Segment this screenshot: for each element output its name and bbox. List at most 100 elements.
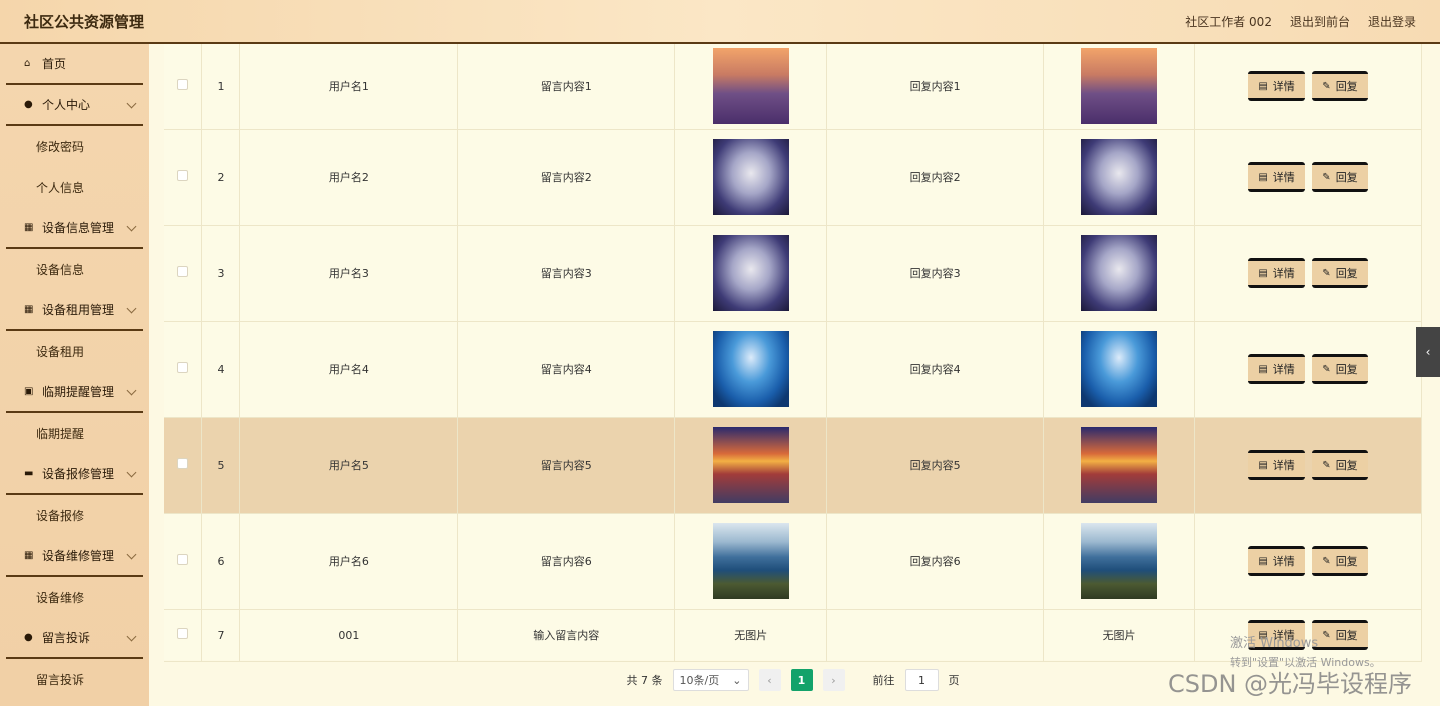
reply-button[interactable]: ✎ 回复 xyxy=(1312,162,1368,192)
sidebar-sub-repair-report[interactable]: 设备报修 xyxy=(0,495,149,536)
next-page-button[interactable]: › xyxy=(822,669,845,691)
row-checkbox[interactable] xyxy=(177,79,189,91)
chevron-down-icon xyxy=(126,385,137,396)
row-checkbox[interactable] xyxy=(177,362,189,373)
reply-button[interactable]: ✎ 回复 xyxy=(1312,258,1368,288)
row-checkbox[interactable] xyxy=(177,628,189,639)
front-link[interactable]: 退出到前台 xyxy=(1290,13,1350,30)
row-checkbox[interactable] xyxy=(177,266,189,277)
csdn-watermark: CSDN @光冯毕设程序 xyxy=(1168,670,1413,698)
row-username: 用户名4 xyxy=(239,321,459,418)
total-count: 共 7 条 xyxy=(626,674,663,687)
message-image[interactable] xyxy=(712,235,789,311)
row-checkbox[interactable] xyxy=(177,170,189,181)
sidebar-sub-device-rental[interactable]: 设备租用 xyxy=(0,331,149,372)
grid-icon: ▦ xyxy=(24,222,34,233)
sidebar-sub-maintenance[interactable]: 设备维修 xyxy=(0,577,149,618)
table-row: 1 用户名1 留言内容1 回复内容1 ▤ 详情 ✎ 回复 xyxy=(164,44,1422,130)
sidebar-item-device-rental[interactable]: ▦ 设备租用管理 xyxy=(6,290,143,331)
row-index: 4 xyxy=(201,321,241,418)
sidebar-item-complaints[interactable]: ● 留言投诉 xyxy=(6,618,143,659)
detail-button[interactable]: ▤ 详情 xyxy=(1248,354,1305,384)
sidebar-sub-profile-info[interactable]: 个人信息 xyxy=(0,167,149,208)
message-icon: ▬ xyxy=(24,468,34,479)
row-index: 7 xyxy=(201,609,241,662)
chevron-left-icon: ‹ xyxy=(1425,345,1431,359)
row-reply: 回复内容2 xyxy=(826,129,1045,226)
row-checkbox[interactable] xyxy=(177,554,189,565)
current-user[interactable]: 社区工作者 002 xyxy=(1185,13,1272,30)
row-index: 6 xyxy=(201,513,241,610)
sidebar-item-expiry[interactable]: ▣ 临期提醒管理 xyxy=(6,372,143,413)
row-username: 用户名6 xyxy=(239,513,459,610)
message-image[interactable] xyxy=(712,331,789,407)
reply-image[interactable] xyxy=(1081,48,1158,125)
sidebar-item-device-info[interactable]: ▦ 设备信息管理 xyxy=(6,208,143,249)
reply-button[interactable]: ✎ 回复 xyxy=(1312,354,1368,384)
row-username: 用户名1 xyxy=(239,44,459,130)
reply-button[interactable]: ✎ 回复 xyxy=(1312,450,1368,480)
sidebar-item-home[interactable]: ⌂ 首页 xyxy=(6,44,143,85)
goto-page-input[interactable]: 1 xyxy=(904,669,939,691)
page-number-button[interactable]: 1 xyxy=(790,669,813,691)
goto-label: 前往 xyxy=(872,674,895,687)
side-panel-toggle[interactable]: ‹ xyxy=(1416,327,1440,377)
row-username: 用户名2 xyxy=(239,129,459,226)
message-image-empty: 无图片 xyxy=(674,609,828,662)
user-icon: ● xyxy=(24,632,33,643)
document-icon: ▤ xyxy=(1258,267,1268,279)
sidebar-item-maintenance[interactable]: ▦ 设备维修管理 xyxy=(6,536,143,577)
message-image[interactable] xyxy=(712,48,789,125)
sidebar-sub-complaints[interactable]: 留言投诉 xyxy=(0,659,149,700)
prev-page-button[interactable]: ‹ xyxy=(758,669,781,691)
table-row: 5 用户名5 留言内容5 回复内容5 ▤ 详情 ✎ 回复 xyxy=(164,417,1422,514)
row-index: 5 xyxy=(201,417,241,514)
detail-button[interactable]: ▤ 详情 xyxy=(1248,258,1305,288)
reply-image[interactable] xyxy=(1081,523,1158,599)
home-icon: ⌂ xyxy=(24,58,31,69)
reply-image[interactable] xyxy=(1081,427,1158,503)
row-content: 输入留言内容 xyxy=(457,609,676,662)
document-icon: ▤ xyxy=(1258,171,1268,183)
table-row: 3 用户名3 留言内容3 回复内容3 ▤ 详情 ✎ 回复 xyxy=(164,225,1422,322)
detail-button[interactable]: ▤ 详情 xyxy=(1248,71,1305,102)
sidebar-sub-device-info[interactable]: 设备信息 xyxy=(0,249,149,290)
chevron-left-icon: ‹ xyxy=(767,673,772,687)
row-checkbox[interactable] xyxy=(177,458,189,469)
reply-button[interactable]: ✎ 回复 xyxy=(1312,71,1368,102)
sidebar-item-profile[interactable]: ● 个人中心 xyxy=(6,85,143,126)
reply-image[interactable] xyxy=(1081,331,1158,407)
sidebar-item-repair-report[interactable]: ▬ 设备报修管理 xyxy=(6,454,143,495)
sidebar-sub-change-password[interactable]: 修改密码 xyxy=(0,126,149,167)
detail-button[interactable]: ▤ 详情 xyxy=(1248,162,1305,192)
windows-activation-watermark: 激活 Windows xyxy=(1230,636,1319,651)
reply-button[interactable]: ✎ 回复 xyxy=(1312,620,1368,650)
reply-button[interactable]: ✎ 回复 xyxy=(1312,546,1368,576)
reply-image[interactable] xyxy=(1081,235,1158,311)
user-icon: ● xyxy=(24,99,33,110)
chevron-down-icon xyxy=(126,549,137,560)
row-username: 用户名5 xyxy=(239,417,459,514)
edit-icon: ✎ xyxy=(1322,80,1331,92)
logout-link[interactable]: 退出登录 xyxy=(1368,13,1416,30)
detail-button[interactable]: ▤ 详情 xyxy=(1248,546,1305,576)
edit-icon: ✎ xyxy=(1322,459,1331,471)
edit-icon: ✎ xyxy=(1322,171,1331,183)
row-index: 2 xyxy=(201,129,241,226)
message-image[interactable] xyxy=(712,523,789,599)
message-image[interactable] xyxy=(712,427,789,503)
sidebar-sub-expiry[interactable]: 临期提醒 xyxy=(0,413,149,454)
row-content: 留言内容4 xyxy=(457,321,676,418)
row-username: 001 xyxy=(239,609,459,662)
message-image[interactable] xyxy=(712,139,789,215)
chevron-down-icon xyxy=(126,98,137,109)
page-size-select[interactable]: 10条/页 ⌄ xyxy=(672,669,749,691)
detail-button[interactable]: ▤ 详情 xyxy=(1248,450,1305,480)
message-table: 1 用户名1 留言内容1 回复内容1 ▤ 详情 ✎ 回复 2 用户名2 留言内容2 … xyxy=(164,44,1422,662)
edit-icon: ✎ xyxy=(1322,363,1331,375)
row-content: 留言内容1 xyxy=(457,44,676,130)
reply-image[interactable] xyxy=(1081,139,1158,215)
clipboard-icon: ▣ xyxy=(24,386,34,397)
row-reply: 回复内容6 xyxy=(826,513,1045,610)
document-icon: ▤ xyxy=(1258,555,1268,567)
